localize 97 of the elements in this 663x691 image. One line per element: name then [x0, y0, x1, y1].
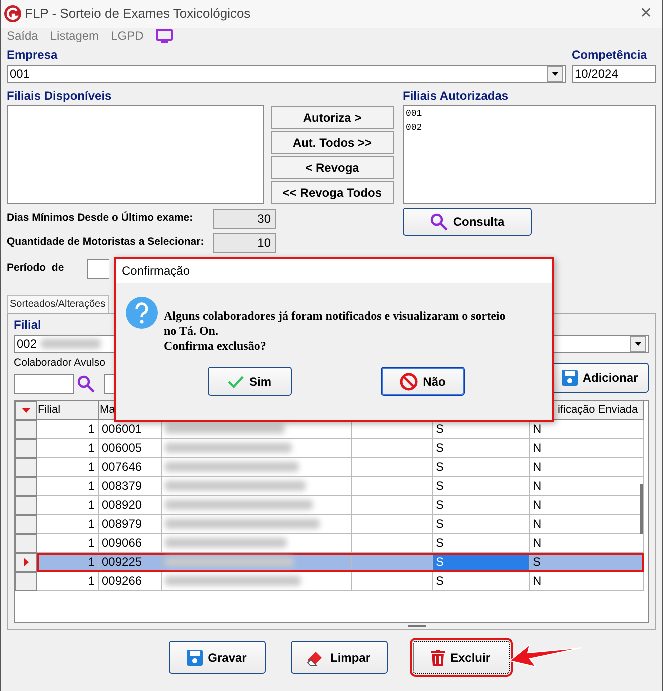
redaction-blur [41, 339, 102, 349]
table-cell: N [530, 438, 644, 458]
dialog-question: Confirma exclusão? [164, 339, 268, 354]
table-cell: 1 [37, 458, 99, 477]
dialog-message: Alguns colaboradores já foram notificados e visualizaram o sorteio no Tá. On. [164, 309, 507, 339]
field-label: Quantidade de Motoristas a Selecionar: [7, 235, 206, 250]
footer-button[interactable]: Gravar [168, 641, 266, 674]
list-label: Filiais Disponíveis [7, 89, 113, 103]
table-cell: S [433, 496, 530, 515]
consulta-button[interactable]: Consulta [403, 208, 532, 236]
row-selector[interactable] [15, 572, 37, 591]
row-selector[interactable] [15, 552, 37, 572]
row-selector[interactable] [15, 496, 37, 515]
menu-item[interactable]: Listagem [50, 27, 100, 45]
menu-item[interactable]: Saída [7, 27, 38, 45]
prohibited-icon [400, 372, 418, 390]
sort-arrow-icon [22, 408, 30, 413]
field-label: Competência [572, 48, 648, 62]
field-label: Colaborador Avulso [14, 356, 106, 371]
column-header: Filial [37, 400, 99, 420]
dialog-button[interactable]: Sim [208, 367, 292, 396]
menu-item[interactable]: LGPD [111, 27, 144, 45]
window-title: FLP - Sorteio de Exames Toxicológicos [25, 5, 251, 24]
date-field[interactable]: 10/2024 [572, 65, 656, 83]
table-cell: S [433, 438, 530, 458]
table-cell: S [433, 552, 530, 572]
row-selector[interactable] [15, 476, 37, 496]
list-item[interactable]: 002 [406, 122, 653, 135]
field-label: Filial [14, 318, 42, 332]
monitor-icon[interactable] [156, 29, 173, 43]
table-cell: N [530, 534, 644, 553]
table-cell: 1 [37, 552, 99, 572]
row-pointer-icon [24, 558, 28, 567]
transfer-button[interactable]: Autoriza > [271, 106, 394, 129]
table-cell: S [433, 458, 530, 477]
field-label: Dias Mínimos Desde o Último exame: [7, 211, 194, 226]
date-field[interactable] [87, 259, 109, 279]
transfer-button[interactable]: Aut. Todos >> [271, 131, 394, 154]
list-item[interactable]: 001 [406, 108, 653, 122]
footer-button[interactable]: Limpar [290, 641, 388, 674]
table-cell: S [433, 534, 530, 553]
row-selector[interactable] [15, 420, 37, 439]
table-cell: N [530, 458, 644, 477]
row-selector[interactable] [15, 534, 37, 553]
dropdown-button[interactable] [630, 336, 646, 352]
table-cell: 1 [37, 514, 99, 534]
table-cell: 009266 [99, 572, 162, 591]
caret-icon [634, 342, 642, 346]
checkmark-icon [228, 376, 244, 388]
question-icon [126, 297, 158, 329]
caret-icon [552, 72, 558, 76]
table-cell: 006005 [99, 438, 162, 458]
input-field[interactable] [14, 374, 74, 394]
number-field[interactable]: 30 [213, 209, 276, 229]
transfer-button[interactable]: << Revoga Todos [271, 181, 394, 204]
table-cell: 008979 [99, 514, 162, 534]
table-cell: 1 [37, 534, 99, 553]
combo-box[interactable]: 001 [7, 65, 566, 83]
table-cell: 1 [37, 476, 99, 496]
transfer-button[interactable]: < Revoga [271, 156, 394, 179]
search-icon [77, 374, 95, 393]
scrollbar-thumb[interactable] [640, 484, 643, 534]
table-cell: 1 [37, 496, 99, 515]
field-label: Período de [7, 261, 66, 276]
field-value: 002 [17, 336, 38, 352]
table-cell: 008920 [99, 496, 162, 515]
trash-icon [431, 650, 446, 666]
table-cell: 008379 [99, 476, 162, 496]
table-cell: S [433, 572, 530, 591]
table-cell: S [530, 552, 644, 572]
list-box[interactable] [7, 105, 264, 204]
table-cell: 009066 [99, 534, 162, 553]
field-label: Empresa [7, 48, 59, 62]
list-label: Filiais Autorizadas [403, 89, 510, 103]
close-button[interactable]: ✕ [640, 2, 653, 26]
input-field[interactable] [104, 374, 114, 394]
search-icon [430, 213, 448, 231]
row-selector[interactable] [15, 438, 37, 458]
table-cell: 1 [37, 572, 99, 591]
selected-row[interactable]: 1 009225 S S [37, 552, 644, 572]
table-cell: 007646 [99, 458, 162, 477]
table-cell: S [433, 476, 530, 496]
table-cell: 009225 [99, 552, 162, 572]
row-selector[interactable] [15, 458, 37, 477]
tab[interactable]: Sorteados/Alterações [7, 295, 109, 313]
dialog-button[interactable]: Não [381, 367, 465, 396]
dropdown-button[interactable] [547, 66, 563, 82]
table-cell: S [433, 514, 530, 534]
table-cell: 1 [37, 420, 99, 439]
table-cell: N [530, 572, 644, 591]
dialog-title: Confirmação [116, 259, 552, 283]
number-field[interactable]: 10 [213, 233, 276, 253]
row-selector[interactable] [15, 514, 37, 534]
app-logo-icon [4, 5, 22, 23]
table-cell: 1 [37, 438, 99, 458]
add-button[interactable]: Adicionar [551, 363, 649, 393]
field-value: 001 [10, 66, 30, 82]
